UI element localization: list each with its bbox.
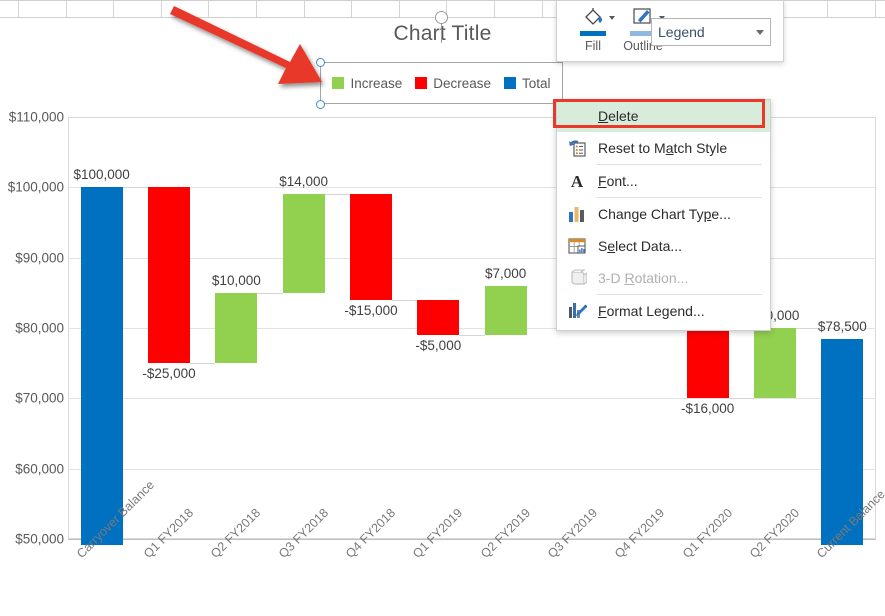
data-label[interactable]: -$25,000 — [114, 366, 224, 381]
legend-label: Total — [522, 75, 551, 91]
legend-entry[interactable]: Total — [504, 76, 551, 91]
menu-item-delete[interactable]: Delete — [557, 100, 770, 132]
fill-button[interactable]: Fill — [571, 6, 615, 53]
data-label[interactable]: $14,000 — [249, 174, 359, 189]
waterfall-connector — [728, 398, 755, 399]
chart-element-value: Legend — [658, 24, 705, 40]
menu-item-format-legend[interactable]: Format Legend... — [557, 295, 770, 327]
chart-bar[interactable] — [484, 285, 527, 336]
y-axis-tick-label: $80,000 — [15, 320, 64, 336]
chart-element-dropdown[interactable]: Legend — [651, 18, 771, 46]
font-a-icon: A — [557, 165, 597, 197]
menu-item-change-chart-type[interactable]: Change Chart Type... — [557, 198, 770, 230]
menu-item-label: Reset to Match Style — [598, 140, 728, 156]
legend-entry[interactable]: Decrease — [415, 76, 491, 91]
menu-item-label: 3-D Rotation... — [598, 270, 689, 286]
data-label[interactable]: -$5,000 — [383, 338, 493, 353]
menu-item-label: Delete — [598, 108, 639, 124]
y-axis-tick-label: $110,000 — [8, 109, 64, 125]
fill-label: Fill — [585, 39, 601, 53]
rotation-handle[interactable] — [435, 11, 448, 24]
waterfall-connector — [189, 363, 216, 364]
y-axis-tick-label: $60,000 — [15, 461, 64, 477]
data-label[interactable]: $10,000 — [181, 273, 291, 288]
chart-type-icon — [557, 198, 597, 230]
fill-bucket-icon — [580, 6, 615, 30]
format-legend-icon — [557, 295, 597, 327]
y-axis-tick-label: $90,000 — [15, 250, 64, 266]
y-axis-tick-label: $70,000 — [15, 390, 64, 406]
data-label[interactable]: -$16,000 — [653, 401, 763, 416]
menu-item-label: Format Legend... — [598, 303, 705, 319]
legend-label: Increase — [350, 75, 403, 91]
waterfall-connector — [122, 187, 149, 188]
waterfall-connector — [324, 194, 351, 195]
data-label[interactable]: $7,000 — [451, 266, 561, 281]
fill-color-swatch — [580, 31, 606, 36]
menu-item-reset-to-match-style[interactable]: Reset to Match Style — [557, 132, 770, 164]
context-menu[interactable]: Delete Reset to Match Style A Font... Change… — [556, 99, 771, 331]
chart-bar[interactable] — [754, 328, 796, 399]
menu-item-label: Font... — [598, 173, 638, 189]
data-label[interactable]: -$15,000 — [316, 303, 426, 318]
menu-item-label: Select Data... — [598, 238, 683, 254]
menu-icon-placeholder — [557, 100, 597, 132]
data-label[interactable]: $78,500 — [787, 319, 885, 334]
gridline — [68, 539, 876, 540]
waterfall-connector — [391, 300, 418, 301]
menu-item-font[interactable]: A Font... — [557, 165, 770, 197]
mini-toolbar[interactable]: Fill Outline Legend — [556, 0, 784, 62]
data-label[interactable]: $100,000 — [47, 167, 157, 182]
waterfall-connector — [257, 293, 283, 294]
menu-item-select-data[interactable]: Select Data... — [557, 230, 770, 262]
reset-style-icon — [557, 132, 597, 164]
legend-label: Decrease — [433, 75, 492, 91]
legend-swatch-icon — [415, 77, 428, 89]
select-data-icon — [557, 230, 597, 262]
fill-chevron-down-icon[interactable] — [609, 16, 615, 20]
chart-bar[interactable] — [215, 292, 258, 364]
menu-item-label: Change Chart Type... — [598, 206, 731, 222]
rotation-3d-icon — [557, 262, 597, 294]
svg-text:A: A — [571, 172, 584, 191]
menu-item-3-d-rotation: 3-D Rotation... — [557, 262, 770, 294]
legend-swatch-icon — [504, 77, 517, 89]
waterfall-connector — [459, 335, 485, 336]
rotation-handle-stem — [441, 23, 442, 43]
gridline — [68, 469, 876, 470]
legend-entry[interactable]: Increase — [332, 76, 402, 91]
red-arrow — [170, 6, 322, 84]
y-axis-tick-label: $50,000 — [15, 531, 64, 547]
chart-legend[interactable]: Increase Decrease Total — [320, 62, 563, 104]
chart-bar[interactable] — [350, 194, 392, 300]
chevron-down-icon[interactable] — [756, 29, 764, 35]
